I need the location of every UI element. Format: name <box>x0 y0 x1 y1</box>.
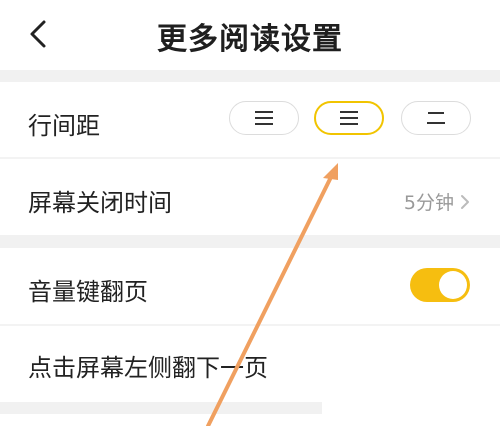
three-lines-medium-icon <box>340 111 358 125</box>
chevron-right-icon <box>461 194 469 209</box>
line-spacing-option-loose[interactable] <box>401 101 471 135</box>
section-gap <box>0 70 500 82</box>
section-gap <box>0 402 322 414</box>
line-spacing-option-compact[interactable] <box>229 101 299 135</box>
screen-off-label: 屏幕关闭时间 <box>28 189 172 217</box>
screen-off-value: 5分钟 <box>403 192 454 214</box>
page-title: 更多阅读设置 <box>157 22 343 57</box>
three-lines-icon <box>255 111 273 125</box>
line-spacing-label: 行间距 <box>28 112 100 140</box>
volume-key-label: 音量键翻页 <box>28 278 148 306</box>
toggle-knob <box>439 271 467 299</box>
line-spacing-option-medium[interactable] <box>314 101 384 135</box>
tap-left-label: 点击屏幕左侧翻下一页 <box>28 354 268 382</box>
two-lines-icon <box>427 112 445 124</box>
screen-off-value-group[interactable]: 5分钟 <box>404 188 470 215</box>
tap-left-row[interactable]: 点击屏幕左侧翻下一页 <box>0 326 500 402</box>
header-bar: 更多阅读设置 <box>0 0 500 70</box>
section-gap <box>0 235 500 248</box>
volume-key-toggle[interactable] <box>410 268 470 302</box>
